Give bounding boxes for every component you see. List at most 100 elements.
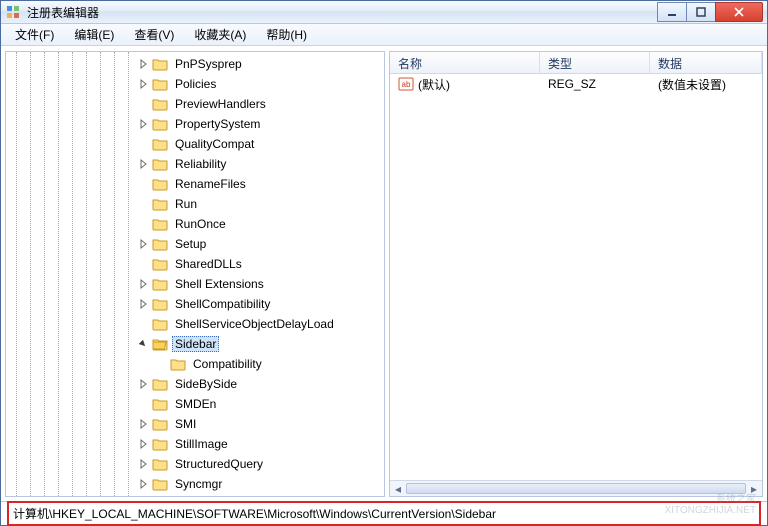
tree-node[interactable]: SMDEn [6, 394, 384, 414]
tree-node-label[interactable]: Reliability [172, 156, 229, 172]
column-type[interactable]: 类型 [540, 52, 650, 73]
menu-bar: 文件(F) 编辑(E) 查看(V) 收藏夹(A) 帮助(H) [1, 24, 767, 46]
tree-node[interactable]: ShellCompatibility [6, 294, 384, 314]
tree-node[interactable]: Policies [6, 74, 384, 94]
values-list[interactable]: ab(默认)REG_SZ(数值未设置) [390, 74, 762, 480]
menu-file[interactable]: 文件(F) [5, 24, 64, 45]
title-bar[interactable]: 注册表编辑器 [1, 1, 767, 24]
minimize-button[interactable] [657, 2, 687, 22]
registry-editor-window: 注册表编辑器 文件(F) 编辑(E) 查看(V) 收藏夹(A) 帮助(H) [0, 0, 768, 526]
menu-favorites[interactable]: 收藏夹(A) [184, 24, 256, 45]
tree-node[interactable]: StillImage [6, 434, 384, 454]
scrollbar-thumb[interactable] [406, 483, 746, 494]
expand-icon [154, 357, 168, 371]
tree-node-label[interactable]: RunOnce [172, 216, 229, 232]
expand-icon[interactable] [136, 437, 150, 451]
expand-icon[interactable] [136, 157, 150, 171]
tree-node[interactable]: RenameFiles [6, 174, 384, 194]
close-button[interactable] [715, 2, 763, 22]
tree-node-label[interactable]: Shell Extensions [172, 276, 267, 292]
tree-node[interactable]: SharedDLLs [6, 254, 384, 274]
folder-icon [170, 357, 186, 371]
expand-icon[interactable] [136, 297, 150, 311]
folder-icon [152, 237, 168, 251]
column-name[interactable]: 名称 [390, 52, 540, 73]
window-buttons [658, 2, 763, 22]
expand-icon[interactable] [136, 477, 150, 491]
tree-node-label[interactable]: StillImage [172, 436, 231, 452]
tree-node[interactable]: PreviewHandlers [6, 94, 384, 114]
tree-node[interactable]: ShellServiceObjectDelayLoad [6, 314, 384, 334]
expand-icon[interactable] [136, 237, 150, 251]
status-bar: 计算机\HKEY_LOCAL_MACHINE\SOFTWARE\Microsof… [1, 501, 767, 525]
expand-icon[interactable] [136, 57, 150, 71]
tree-node[interactable]: Shell Extensions [6, 274, 384, 294]
tree-node[interactable]: QualityCompat [6, 134, 384, 154]
tree-node-label[interactable]: Policies [172, 76, 219, 92]
tree-node-label[interactable]: ShellCompatibility [172, 296, 273, 312]
tree-node-label[interactable]: SMDEn [172, 396, 219, 412]
expand-icon [136, 177, 150, 191]
menu-edit[interactable]: 编辑(E) [64, 24, 124, 45]
tree-node[interactable]: SideBySide [6, 374, 384, 394]
tree-node[interactable]: Compatibility [6, 354, 384, 374]
tree-node-label[interactable]: SMI [172, 416, 199, 432]
expand-icon[interactable] [136, 417, 150, 431]
tree-node[interactable]: Setup [6, 234, 384, 254]
tree-node-label[interactable]: SideBySide [172, 376, 240, 392]
tree-node-label[interactable]: Syncmgr [172, 476, 225, 492]
expand-icon[interactable] [136, 77, 150, 91]
expand-icon[interactable] [136, 457, 150, 471]
value-name-cell: ab(默认) [390, 76, 540, 93]
tree-node[interactable]: PropertySystem [6, 114, 384, 134]
folder-icon [152, 257, 168, 271]
window-title: 注册表编辑器 [27, 4, 658, 21]
tree-node[interactable]: SMI [6, 414, 384, 434]
maximize-button[interactable] [686, 2, 716, 22]
tree-node-label[interactable]: StructuredQuery [172, 456, 266, 472]
values-pane: 名称 类型 数据 ab(默认)REG_SZ(数值未设置) ◂ ▸ [389, 51, 763, 497]
menu-help[interactable]: 帮助(H) [256, 24, 317, 45]
tree-node[interactable]: Sidebar [6, 334, 384, 354]
folder-icon [152, 317, 168, 331]
tree-node-label[interactable]: PropertySystem [172, 116, 263, 132]
folder-icon [152, 337, 168, 351]
tree-node[interactable]: Run [6, 194, 384, 214]
folder-icon [152, 197, 168, 211]
scroll-left-icon[interactable]: ◂ [390, 481, 406, 496]
collapse-icon[interactable] [136, 337, 150, 351]
tree-pane[interactable]: PnPSysprep Policies PreviewHandlers Propert… [5, 51, 385, 497]
scroll-right-icon[interactable]: ▸ [746, 481, 762, 496]
folder-icon [152, 77, 168, 91]
folder-icon [152, 277, 168, 291]
tree-node-label[interactable]: RenameFiles [172, 176, 249, 192]
folder-icon [152, 137, 168, 151]
expand-icon [136, 257, 150, 271]
status-path: 计算机\HKEY_LOCAL_MACHINE\SOFTWARE\Microsof… [7, 501, 761, 526]
tree-node-label[interactable]: PreviewHandlers [172, 96, 269, 112]
folder-icon [152, 477, 168, 491]
expand-icon[interactable] [136, 117, 150, 131]
tree-node-label[interactable]: Run [172, 196, 200, 212]
tree-node-label[interactable]: Sidebar [172, 336, 219, 352]
tree-node[interactable]: Reliability [6, 154, 384, 174]
column-data[interactable]: 数据 [650, 52, 762, 73]
tree-node[interactable]: PnPSysprep [6, 54, 384, 74]
expand-icon [136, 97, 150, 111]
tree-node-label[interactable]: QualityCompat [172, 136, 257, 152]
tree-node-label[interactable]: SharedDLLs [172, 256, 245, 272]
tree-node[interactable]: Syncmgr [6, 474, 384, 494]
tree-node-label[interactable]: Compatibility [190, 356, 265, 372]
horizontal-scrollbar[interactable]: ◂ ▸ [390, 480, 762, 496]
value-row[interactable]: ab(默认)REG_SZ(数值未设置) [390, 74, 762, 94]
tree-node-label[interactable]: ShellServiceObjectDelayLoad [172, 316, 337, 332]
tree-node[interactable]: RunOnce [6, 214, 384, 234]
tree-node[interactable]: StructuredQuery [6, 454, 384, 474]
tree-node-label[interactable]: Setup [172, 236, 209, 252]
value-type-cell: REG_SZ [540, 77, 650, 91]
expand-icon[interactable] [136, 277, 150, 291]
tree-node-label[interactable]: PnPSysprep [172, 56, 245, 72]
menu-view[interactable]: 查看(V) [124, 24, 184, 45]
expand-icon[interactable] [136, 377, 150, 391]
folder-icon [152, 97, 168, 111]
